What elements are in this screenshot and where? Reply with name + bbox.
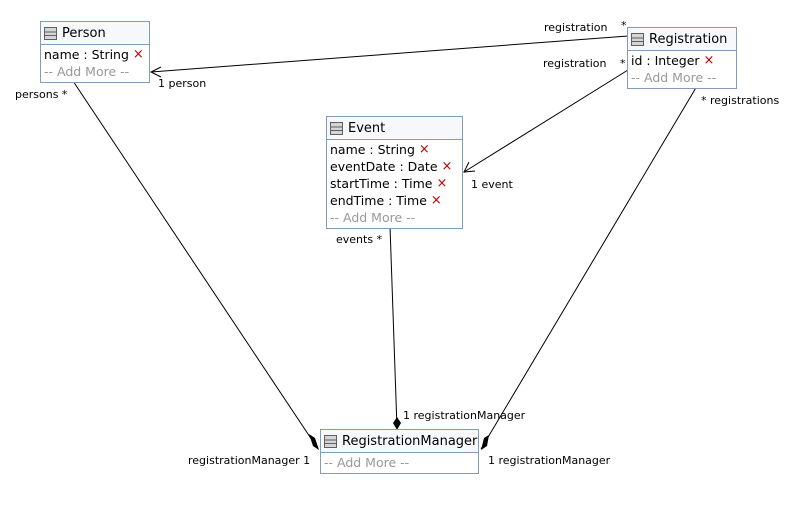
add-more-button[interactable]: -- Add More --	[631, 69, 733, 86]
class-icon	[330, 121, 343, 135]
registrations-label: * registrations	[701, 94, 780, 107]
add-more-button[interactable]: -- Add More --	[44, 63, 146, 80]
add-more-button[interactable]: -- Add More --	[330, 209, 459, 226]
class-event[interactable]: Event name : String × eventDate : Date ×…	[326, 116, 463, 229]
persons-label: persons *	[15, 88, 68, 101]
person-end-label: 1 person	[158, 77, 207, 90]
edge-person-manager[interactable]	[72, 80, 319, 450]
manager-right-label: 1 registrationManager	[488, 454, 611, 467]
delete-icon[interactable]: ×	[436, 175, 447, 192]
attribute[interactable]: endTime : Time ×	[330, 192, 459, 209]
attribute[interactable]: startTime : Time ×	[330, 175, 459, 192]
delete-icon[interactable]: ×	[419, 141, 430, 158]
attribute-label[interactable]: id : Integer	[631, 52, 700, 69]
composition-diamond-registration	[481, 435, 489, 450]
role-label-registration-person: registration	[544, 21, 608, 34]
role-label-registration-event: registration	[543, 57, 607, 70]
class-icon	[631, 32, 644, 46]
class-name[interactable]: RegistrationManager	[342, 434, 477, 449]
attribute-label[interactable]: startTime : Time	[330, 175, 432, 192]
class-icon	[44, 26, 57, 40]
manager-top-label: 1 registrationManager	[403, 409, 526, 422]
events-label: events *	[336, 233, 383, 246]
class-name[interactable]: Person	[62, 26, 106, 41]
class-registration[interactable]: Registration id : Integer × -- Add More …	[627, 27, 737, 89]
attribute-label[interactable]: name : String	[330, 141, 415, 158]
class-header[interactable]: Person	[41, 22, 149, 45]
class-header[interactable]: Event	[327, 117, 462, 140]
manager-left-label: registrationManager 1	[188, 454, 311, 467]
composition-diamond-person	[309, 434, 319, 450]
delete-icon[interactable]: ×	[442, 158, 453, 175]
attribute[interactable]: eventDate : Date ×	[330, 158, 459, 175]
attribute[interactable]: name : String ×	[330, 141, 459, 158]
multiplicity-registration-person: *	[621, 19, 627, 32]
attribute-label[interactable]: eventDate : Date	[330, 158, 438, 175]
class-name[interactable]: Event	[348, 121, 385, 136]
attribute[interactable]: id : Integer ×	[631, 52, 733, 69]
multiplicity-registration-event: *	[620, 57, 626, 70]
attribute-label[interactable]: name : String	[44, 46, 129, 63]
add-more-button[interactable]: -- Add More --	[324, 454, 475, 471]
class-header[interactable]: Registration	[628, 28, 736, 51]
class-registration-manager[interactable]: RegistrationManager -- Add More --	[320, 429, 479, 474]
class-icon	[324, 434, 337, 448]
attribute-label[interactable]: endTime : Time	[330, 192, 427, 209]
delete-icon[interactable]: ×	[133, 46, 144, 63]
class-person[interactable]: Person name : String × -- Add More --	[40, 21, 150, 83]
edge-event-manager[interactable]	[389, 225, 398, 429]
class-header[interactable]: RegistrationManager	[321, 430, 478, 453]
delete-icon[interactable]: ×	[704, 52, 715, 69]
class-name[interactable]: Registration	[649, 32, 727, 47]
edge-registration-event[interactable]	[463, 69, 629, 173]
delete-icon[interactable]: ×	[431, 192, 442, 209]
edge-registration-manager[interactable]	[480, 85, 698, 450]
event-end-label: 1 event	[471, 178, 513, 191]
attribute[interactable]: name : String ×	[44, 46, 146, 63]
